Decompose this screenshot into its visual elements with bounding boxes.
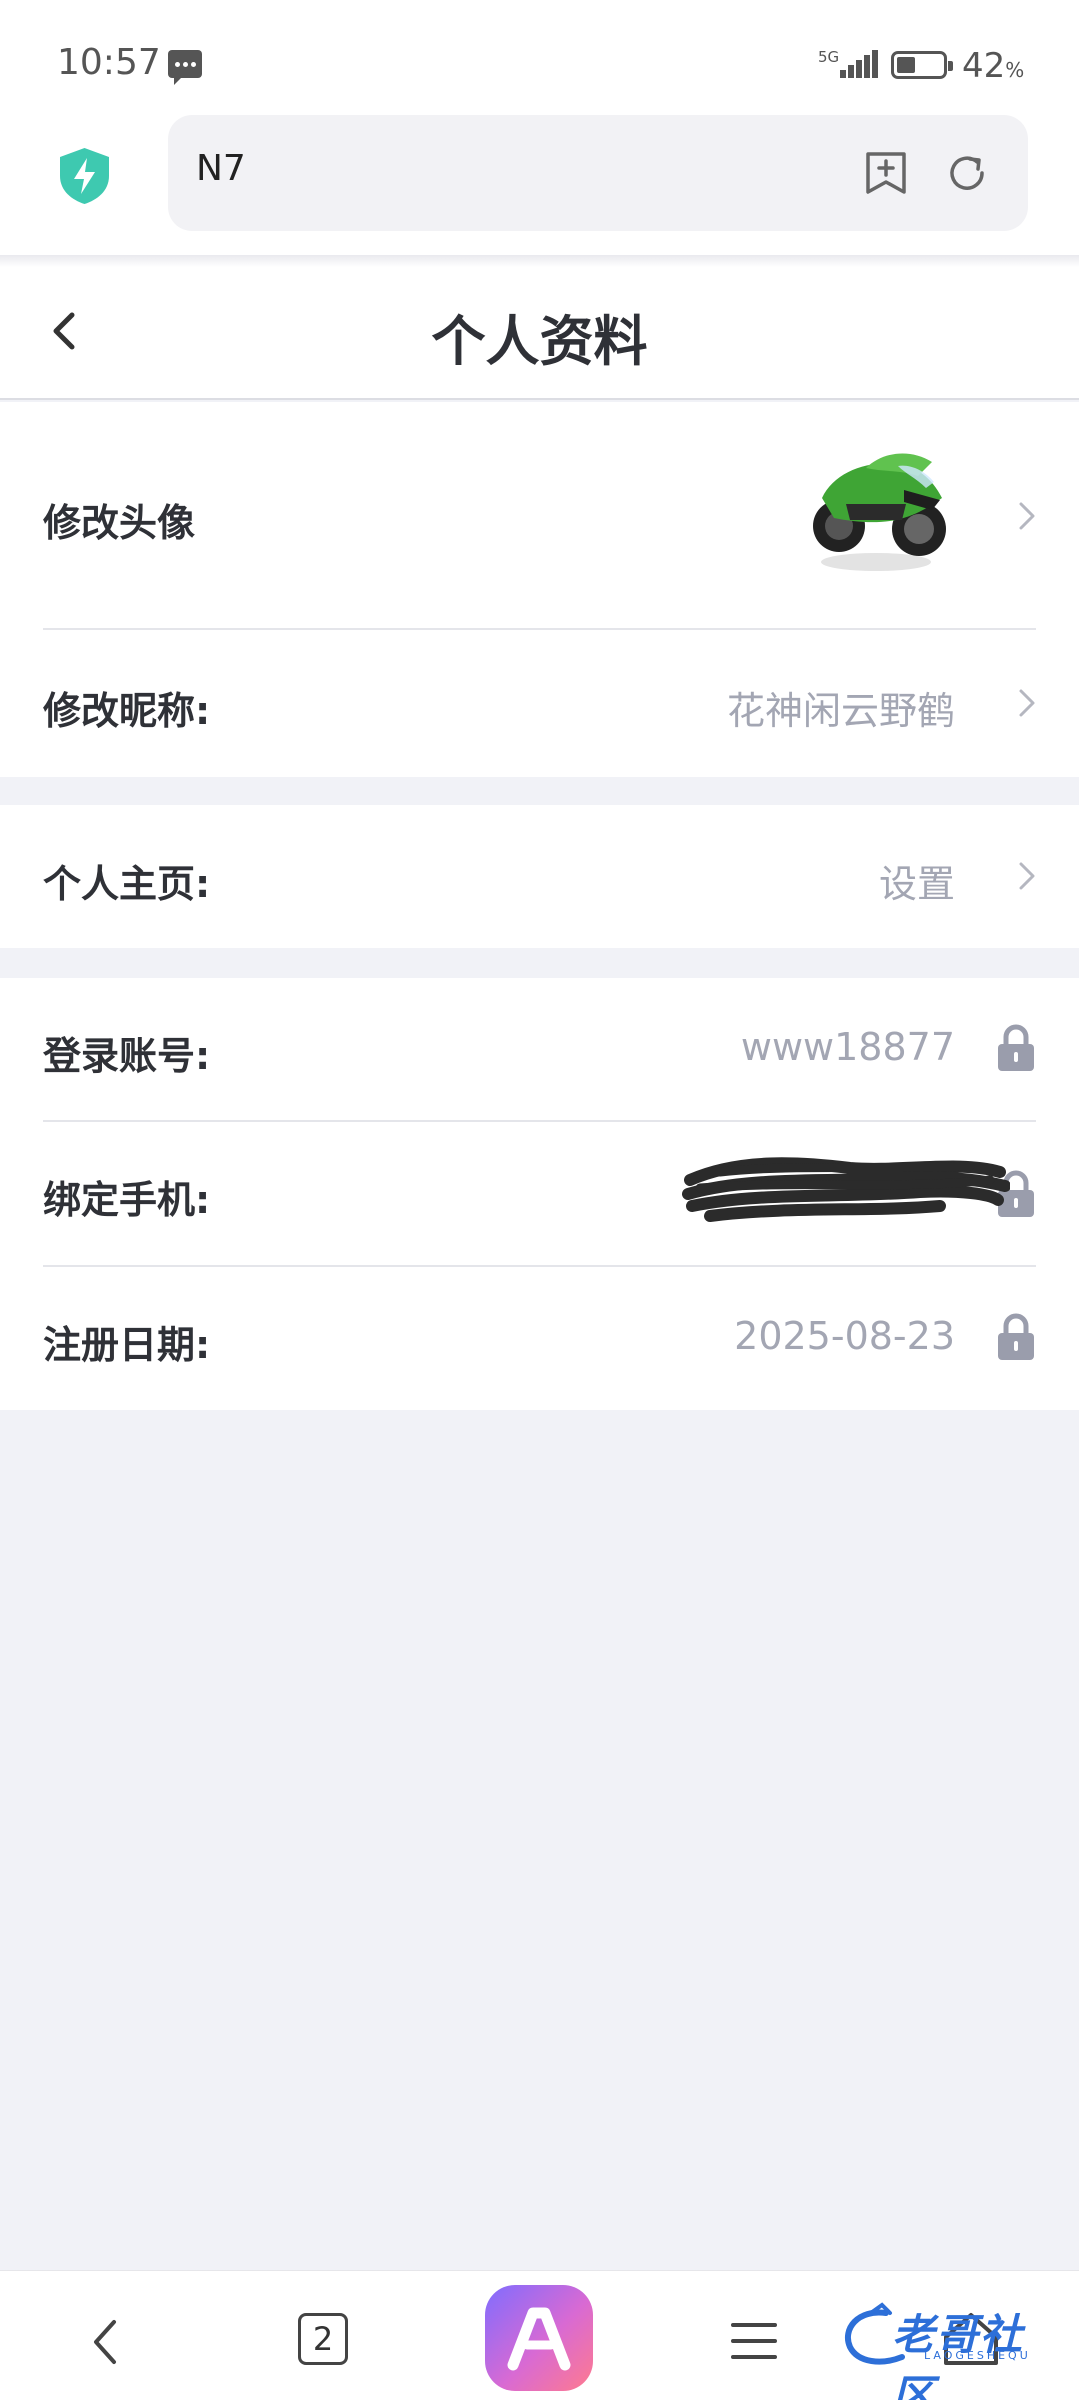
nickname-value: 花神闲云野鹤 xyxy=(726,689,955,733)
chevron-right-icon xyxy=(1019,502,1035,530)
browser-toolbar: N7 xyxy=(0,115,1079,255)
account-value: www18877 xyxy=(740,1025,955,1069)
account-label: 登录账号: xyxy=(43,1034,211,1078)
battery-icon xyxy=(891,51,953,79)
lock-icon xyxy=(998,1313,1034,1360)
bottom-navigation: 2 老哥社区 LAOGESHEQU xyxy=(0,2270,1079,2400)
network-type: 5G xyxy=(818,48,840,66)
toolbar-shadow xyxy=(0,255,1079,267)
nav-back-icon[interactable] xyxy=(88,2316,122,2368)
shield-icon[interactable] xyxy=(57,146,112,206)
bookmark-add-icon[interactable] xyxy=(864,150,908,196)
chevron-right-icon xyxy=(1019,689,1035,717)
avatar[interactable] xyxy=(806,442,956,578)
refresh-icon[interactable] xyxy=(944,150,990,196)
logo-icon xyxy=(507,2307,571,2371)
page-title: 个人资料 xyxy=(431,310,648,373)
phone-label: 绑定手机: xyxy=(43,1178,211,1222)
message-notification-icon xyxy=(168,50,202,85)
battery-fill xyxy=(897,57,915,73)
address-bar[interactable]: N7 xyxy=(168,115,1028,231)
battery-unit: % xyxy=(1005,58,1025,82)
homepage-value: 设置 xyxy=(878,862,955,906)
account-row: 登录账号: www18877 xyxy=(0,978,1079,1120)
nickname-label: 修改昵称: xyxy=(43,689,211,733)
redaction-scribble xyxy=(682,1157,1010,1222)
watermark-subtext: LAOGESHEQU xyxy=(924,2349,1031,2362)
lock-icon xyxy=(998,1024,1034,1071)
nickname-row[interactable]: 修改昵称: 花神闲云野鹤 xyxy=(0,630,1079,777)
homepage-label: 个人主页: xyxy=(43,862,211,906)
tabs-button[interactable]: 2 xyxy=(298,2313,348,2365)
url-text: N7 xyxy=(196,148,246,189)
status-time: 10:57 xyxy=(57,42,161,83)
status-bar: 10:57 5G 42% xyxy=(0,0,1079,115)
battery-text: 42% xyxy=(962,46,1024,86)
browser-logo-button[interactable] xyxy=(485,2285,593,2391)
signal-icon xyxy=(838,50,878,78)
page-header: 个人资料 xyxy=(0,267,1079,400)
register-date-row: 注册日期: 2025-08-23 xyxy=(0,1267,1079,1410)
register-date-value: 2025-08-23 xyxy=(734,1314,955,1358)
homepage-row[interactable]: 个人主页: 设置 xyxy=(0,805,1079,948)
chevron-right-icon xyxy=(1019,862,1035,890)
battery-percent: 42 xyxy=(962,46,1006,86)
register-date-label: 注册日期: xyxy=(43,1323,211,1367)
avatar-label: 修改头像 xyxy=(43,501,196,545)
menu-icon[interactable] xyxy=(730,2319,778,2363)
watermark-logo: 老哥社区 LAOGESHEQU xyxy=(838,2299,1063,2400)
